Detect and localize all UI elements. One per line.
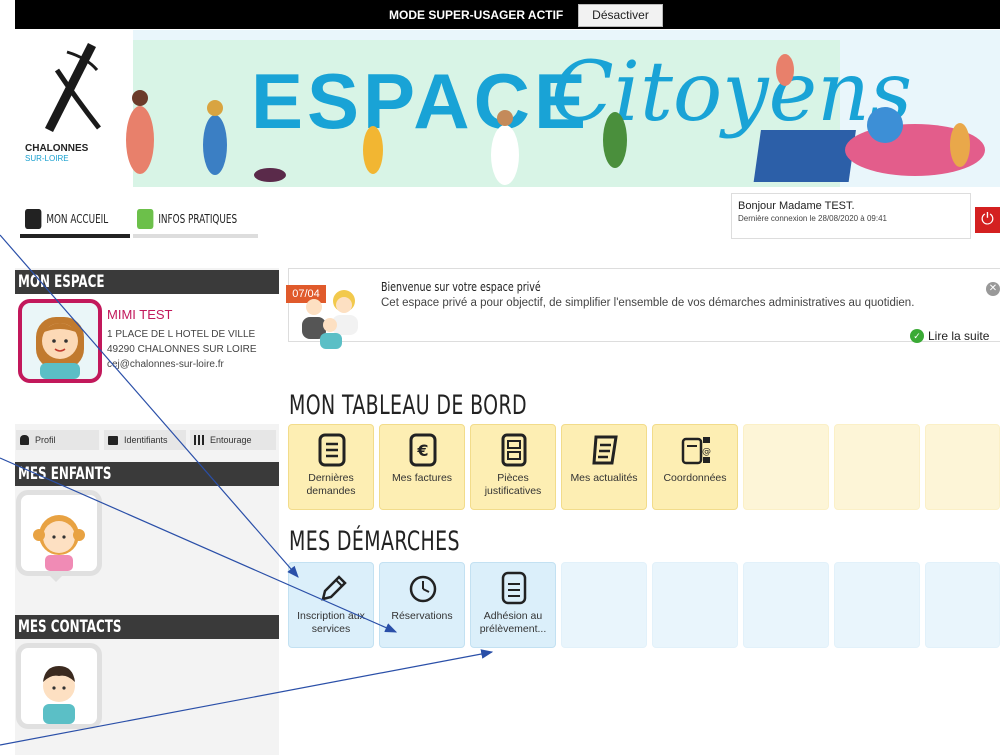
nav-info-label: INFOS PRATIQUES bbox=[158, 212, 238, 226]
man-avatar-icon bbox=[43, 666, 75, 724]
tile-empty bbox=[561, 562, 647, 648]
tile-empty bbox=[652, 562, 738, 648]
mes-enfants-header: MES ENFANTS bbox=[15, 462, 279, 486]
document-icon bbox=[501, 571, 527, 605]
clock-icon bbox=[409, 575, 437, 603]
svg-text:@: @ bbox=[702, 447, 711, 457]
read-more-label: Lire la suite bbox=[928, 329, 990, 343]
tile-empty bbox=[925, 562, 1000, 648]
tile-empty bbox=[834, 424, 920, 510]
demarches-title: MES DÉMARCHES bbox=[289, 526, 460, 557]
tile-label: Adhésion au prélèvement... bbox=[479, 610, 547, 635]
super-user-mode-label: MODE SUPER-USAGER ACTIF bbox=[389, 8, 564, 22]
child-card[interactable] bbox=[16, 490, 102, 576]
tile-label: Mes actualités bbox=[570, 472, 638, 484]
profile-email: cej@chalonnes-sur-loire.fr bbox=[107, 359, 224, 370]
tile-pieces-justificatives[interactable]: Pièces justificatives bbox=[470, 424, 556, 510]
cabinet-icon bbox=[501, 433, 527, 467]
girl-avatar-icon bbox=[33, 515, 85, 571]
profile-avatar[interactable] bbox=[18, 299, 102, 383]
tile-label: Pièces justificatives bbox=[484, 472, 542, 497]
tile-empty bbox=[834, 562, 920, 648]
tile-coordonnees[interactable]: @ Coordonnées bbox=[652, 424, 738, 510]
grid-icon bbox=[194, 435, 204, 445]
tile-label: Coordonnées bbox=[663, 472, 727, 484]
last-login-text: Dernière connexion le 28/08/2020 à 09:41 bbox=[738, 214, 887, 223]
tile-label: Inscription aux services bbox=[297, 610, 365, 635]
contact-card-icon: @ bbox=[681, 437, 711, 465]
tile-label: Mes factures bbox=[391, 472, 453, 484]
tile-empty bbox=[925, 424, 1000, 510]
euro-invoice-icon: € bbox=[409, 433, 437, 467]
child-card-tail bbox=[50, 576, 62, 582]
nav-info[interactable]: INFOS PRATIQUES bbox=[137, 205, 237, 233]
tile-empty bbox=[743, 424, 829, 510]
tile-dernieres-demandes[interactable]: Dernières demandes bbox=[288, 424, 374, 510]
tile-mes-factures[interactable]: € Mes factures bbox=[379, 424, 465, 510]
power-icon: ⏻ bbox=[981, 211, 994, 228]
greeting-text: Bonjour Madame TEST. bbox=[738, 200, 855, 212]
document-list-icon bbox=[318, 433, 346, 467]
nav-home-label: MON ACCUEIL bbox=[46, 212, 109, 226]
super-user-bar: MODE SUPER-USAGER ACTIF Désactiver bbox=[15, 0, 1000, 29]
mes-contacts-header: MES CONTACTS bbox=[15, 615, 279, 639]
nav-home[interactable]: MON ACCUEIL bbox=[25, 205, 108, 233]
tile-mes-actualites[interactable]: Mes actualités bbox=[561, 424, 647, 510]
profile-address-1: 1 PLACE DE L HOTEL DE VILLE bbox=[107, 329, 256, 340]
banner-illustration bbox=[126, 54, 985, 185]
profile-name: MIMI TEST bbox=[107, 307, 173, 322]
tab-entourage[interactable]: Entourage bbox=[190, 430, 276, 450]
svg-text:€: € bbox=[416, 441, 428, 460]
logout-button[interactable]: ⏻ bbox=[975, 207, 1000, 233]
profile-address-2: 49290 CHALONNES SUR LOIRE bbox=[107, 344, 257, 355]
tab-profil-label: Profil bbox=[35, 435, 56, 445]
welcome-description: Cet espace privé a pour objectif, de sim… bbox=[381, 297, 915, 309]
deactivate-button[interactable]: Désactiver bbox=[578, 4, 663, 27]
tile-label: Réservations bbox=[391, 610, 453, 622]
home-icon bbox=[25, 209, 42, 229]
tile-inscription-services[interactable]: Inscription aux services bbox=[288, 562, 374, 648]
nav-info-underline bbox=[133, 234, 258, 238]
tile-label: Dernières demandes bbox=[306, 472, 356, 497]
lock-icon bbox=[108, 435, 118, 445]
tile-empty bbox=[743, 562, 829, 648]
user-greeting-box: Bonjour Madame TEST. Dernière connexion … bbox=[731, 193, 971, 239]
tab-identifiants[interactable]: Identifiants bbox=[104, 430, 186, 450]
welcome-title: Bienvenue sur votre espace privé bbox=[381, 280, 541, 294]
tab-entourage-label: Entourage bbox=[210, 435, 252, 445]
header-banner: CHALONNES SUR-LOIRE ESPACE Citoyens bbox=[15, 30, 1000, 187]
tab-profil[interactable]: Profil bbox=[16, 430, 99, 450]
close-icon[interactable]: ✕ bbox=[986, 282, 1000, 296]
people-group-icon bbox=[302, 290, 358, 349]
tile-reservations[interactable]: Réservations bbox=[379, 562, 465, 648]
info-leaf-icon bbox=[137, 209, 154, 229]
nav-home-underline bbox=[20, 234, 130, 238]
mon-espace-header: MON ESPACE bbox=[15, 270, 279, 294]
tab-identifiants-label: Identifiants bbox=[124, 435, 168, 445]
contact-card[interactable] bbox=[16, 643, 102, 729]
pencil-icon bbox=[321, 575, 347, 601]
user-icon bbox=[20, 435, 29, 445]
newspaper-icon bbox=[592, 435, 618, 465]
tile-adhesion-prelevement[interactable]: Adhésion au prélèvement... bbox=[470, 562, 556, 648]
read-more-link[interactable]: ✓ Lire la suite bbox=[910, 329, 989, 343]
dashboard-title: MON TABLEAU DE BORD bbox=[289, 390, 527, 421]
woman-avatar-icon bbox=[36, 317, 84, 379]
check-circle-icon: ✓ bbox=[910, 329, 924, 343]
